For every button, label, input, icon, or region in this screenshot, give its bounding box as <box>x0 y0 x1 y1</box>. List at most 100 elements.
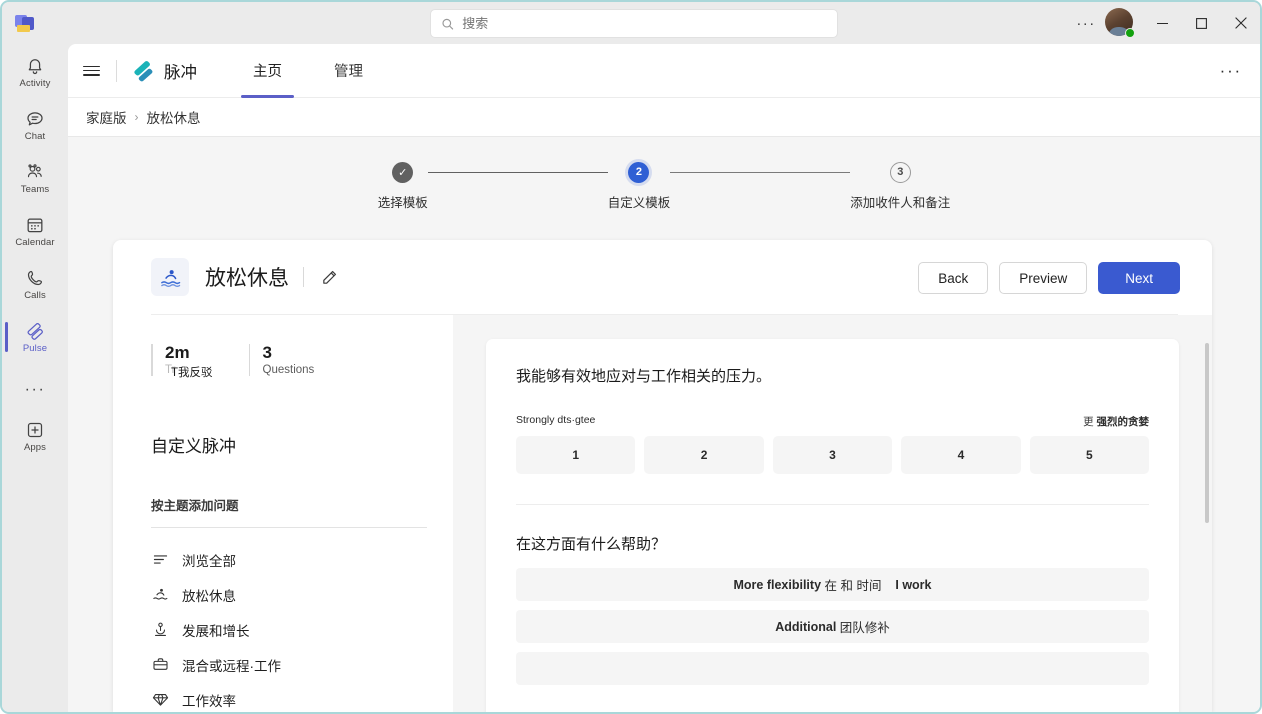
sidebar-item-label: Apps <box>23 442 47 453</box>
stat-duration-label: Tr T我反驳 <box>165 364 213 380</box>
choice-option-2-en: Additional <box>775 619 837 634</box>
sidebar-item-label: Activity <box>19 78 51 89</box>
scale-option-5[interactable]: 5 <box>1029 436 1150 474</box>
sidebar-item-activity[interactable]: Activity <box>2 48 68 97</box>
stat-duration-label-text: T我反驳 <box>171 367 213 379</box>
plus-box-icon <box>27 422 43 438</box>
sidebar-item-pulse[interactable]: Pulse <box>2 313 68 362</box>
page-title: 放松休息 <box>205 267 289 290</box>
scale-option-1[interactable]: 1 <box>516 436 636 474</box>
customize-heading: 自定义脉冲 <box>151 437 236 456</box>
minimize-button[interactable] <box>1143 2 1182 44</box>
scale-option-2[interactable]: 2 <box>644 436 764 474</box>
stat-questions-value: 3 <box>262 343 272 362</box>
window-controls: ··· <box>1069 2 1260 44</box>
choice-option-2-cn: 团队修补 <box>839 621 890 635</box>
step-3[interactable]: 3 添加收件人和备注 <box>850 156 950 211</box>
scale-left-label: Strongly dts·gtee <box>516 414 596 426</box>
breadcrumb-separator-icon: › <box>134 110 139 124</box>
app-header-more-button[interactable]: ··· <box>1220 44 1242 98</box>
sidebar-item-label: Pulse <box>22 343 48 354</box>
teams-window: ··· Activity <box>0 0 1262 714</box>
sidebar-item-label: Teams <box>20 184 50 195</box>
surfing-wave-icon <box>151 258 189 296</box>
editor-card: 放松休息 Back Preview Next 2m Tr T我反驳 3 Ques… <box>113 240 1212 712</box>
step-1-label: 选择模板 <box>377 195 428 210</box>
sidebar-item-calendar[interactable]: Calendar <box>2 207 68 256</box>
pulse-icon <box>27 323 43 340</box>
question-1-text: 我能够有效地应对与工作相关的压力。 <box>516 368 772 385</box>
list-lines-icon <box>151 550 170 569</box>
avatar[interactable] <box>1105 8 1135 38</box>
tab-bar: 主页 管理 <box>227 44 389 98</box>
pulse-app-icon <box>134 60 153 81</box>
step-2-circle: 2 <box>628 161 650 183</box>
teams-logo-icon <box>2 2 46 44</box>
panel-scrollbar[interactable] <box>1205 343 1209 523</box>
search-input[interactable] <box>462 16 827 31</box>
phone-icon <box>27 270 43 286</box>
surfing-wave-icon <box>151 585 170 604</box>
scale-option-3[interactable]: 3 <box>772 436 893 474</box>
topic-item-relaxation[interactable]: 放松休息 <box>151 577 427 612</box>
maximize-button[interactable] <box>1182 2 1221 44</box>
topic-item-growth[interactable]: 发展和增长 <box>151 612 427 647</box>
topic-item-label: 工作效率 <box>182 693 236 709</box>
app-header: 脉冲 主页 管理 ··· <box>68 44 1260 98</box>
stat-duration: 2m Tr T我反驳 <box>151 343 213 380</box>
sidebar-overflow-button[interactable]: ··· <box>2 372 68 408</box>
calendar-icon <box>27 218 43 233</box>
choice-option-1[interactable]: More flexibility 在 和 时间 I work <box>516 568 1149 601</box>
sidebar-item-teams[interactable]: Teams <box>2 154 68 203</box>
sidebar-item-label: Calls <box>24 290 46 301</box>
choice-option-2[interactable]: Additional 团队修补 <box>516 610 1149 643</box>
question-2-text: 在这方面有什么帮助？ <box>516 536 667 553</box>
title-bar: ··· <box>2 2 1260 44</box>
step-3-circle: 3 <box>889 161 911 183</box>
topic-item-hybrid-remote-work[interactable]: 混合或远程·工作 <box>151 647 427 682</box>
choice-option-3[interactable] <box>516 652 1149 685</box>
sidebar-item-label: Chat <box>24 131 46 142</box>
breadcrumb-item-current[interactable]: 放松休息 <box>147 107 201 127</box>
sidebar-item-calls[interactable]: Calls <box>2 260 68 309</box>
tab-manage[interactable]: 管理 <box>308 44 389 98</box>
question-2-options: More flexibility 在 和 时间 I work Additiona… <box>516 568 1149 685</box>
step-2[interactable]: 2 自定义模板 <box>608 156 670 211</box>
search-bar[interactable] <box>430 9 838 38</box>
step-1[interactable]: ✓ 选择模板 <box>378 156 428 211</box>
scale-right-prefix: 更 <box>1083 416 1094 428</box>
search-icon <box>442 18 454 30</box>
topic-item-productivity[interactable]: 工作效率 <box>151 682 427 712</box>
header-divider <box>116 59 117 82</box>
sidebar-item-apps[interactable]: Apps <box>2 412 68 461</box>
diamond-icon <box>151 690 170 709</box>
question-card: 我能够有效地应对与工作相关的压力。 Strongly dts·gtee 更 强烈… <box>486 339 1179 712</box>
chat-bubble-icon <box>27 112 43 126</box>
hamburger-icon[interactable] <box>68 44 114 98</box>
preview-button[interactable]: Preview <box>999 262 1088 294</box>
topic-item-label: 浏览全部 <box>182 553 236 569</box>
stats-row: 2m Tr T我反驳 3 Questions <box>151 343 427 380</box>
choice-option-1-en: More flexibility <box>733 577 822 592</box>
back-button[interactable]: Back <box>918 262 989 294</box>
stat-questions-label: Questions <box>262 364 315 376</box>
left-panel: 2m Tr T我反驳 3 Questions 自定义脉冲 按主题添加问题 浏览全… <box>113 315 453 712</box>
topic-item-label: 混合或远程·工作 <box>182 658 281 674</box>
pencil-icon[interactable] <box>318 266 340 288</box>
topic-item-browse-all[interactable]: 浏览全部 <box>151 542 427 577</box>
bell-icon <box>28 59 42 75</box>
tab-home[interactable]: 主页 <box>227 44 308 98</box>
topic-list: 浏览全部 放松休息 发展和增长 混合或远程·工作 工作效率 <box>151 542 427 712</box>
presence-badge <box>1125 28 1135 38</box>
step-1-circle: ✓ <box>392 161 414 183</box>
scale-option-4[interactable]: 4 <box>901 436 1021 474</box>
add-questions-subheading: 按主题添加问题 <box>151 499 239 513</box>
breadcrumb-item-root[interactable]: 家庭版 <box>86 107 127 127</box>
sidebar-item-label: Calendar <box>15 237 55 248</box>
question-preview-panel: 我能够有效地应对与工作相关的压力。 Strongly dts·gtee 更 强烈… <box>453 315 1212 712</box>
titlebar-more-button[interactable]: ··· <box>1069 2 1103 44</box>
card-actions: Back Preview Next <box>918 262 1180 294</box>
next-button[interactable]: Next <box>1098 262 1180 294</box>
close-button[interactable] <box>1221 2 1260 44</box>
sidebar-item-chat[interactable]: Chat <box>2 101 68 150</box>
